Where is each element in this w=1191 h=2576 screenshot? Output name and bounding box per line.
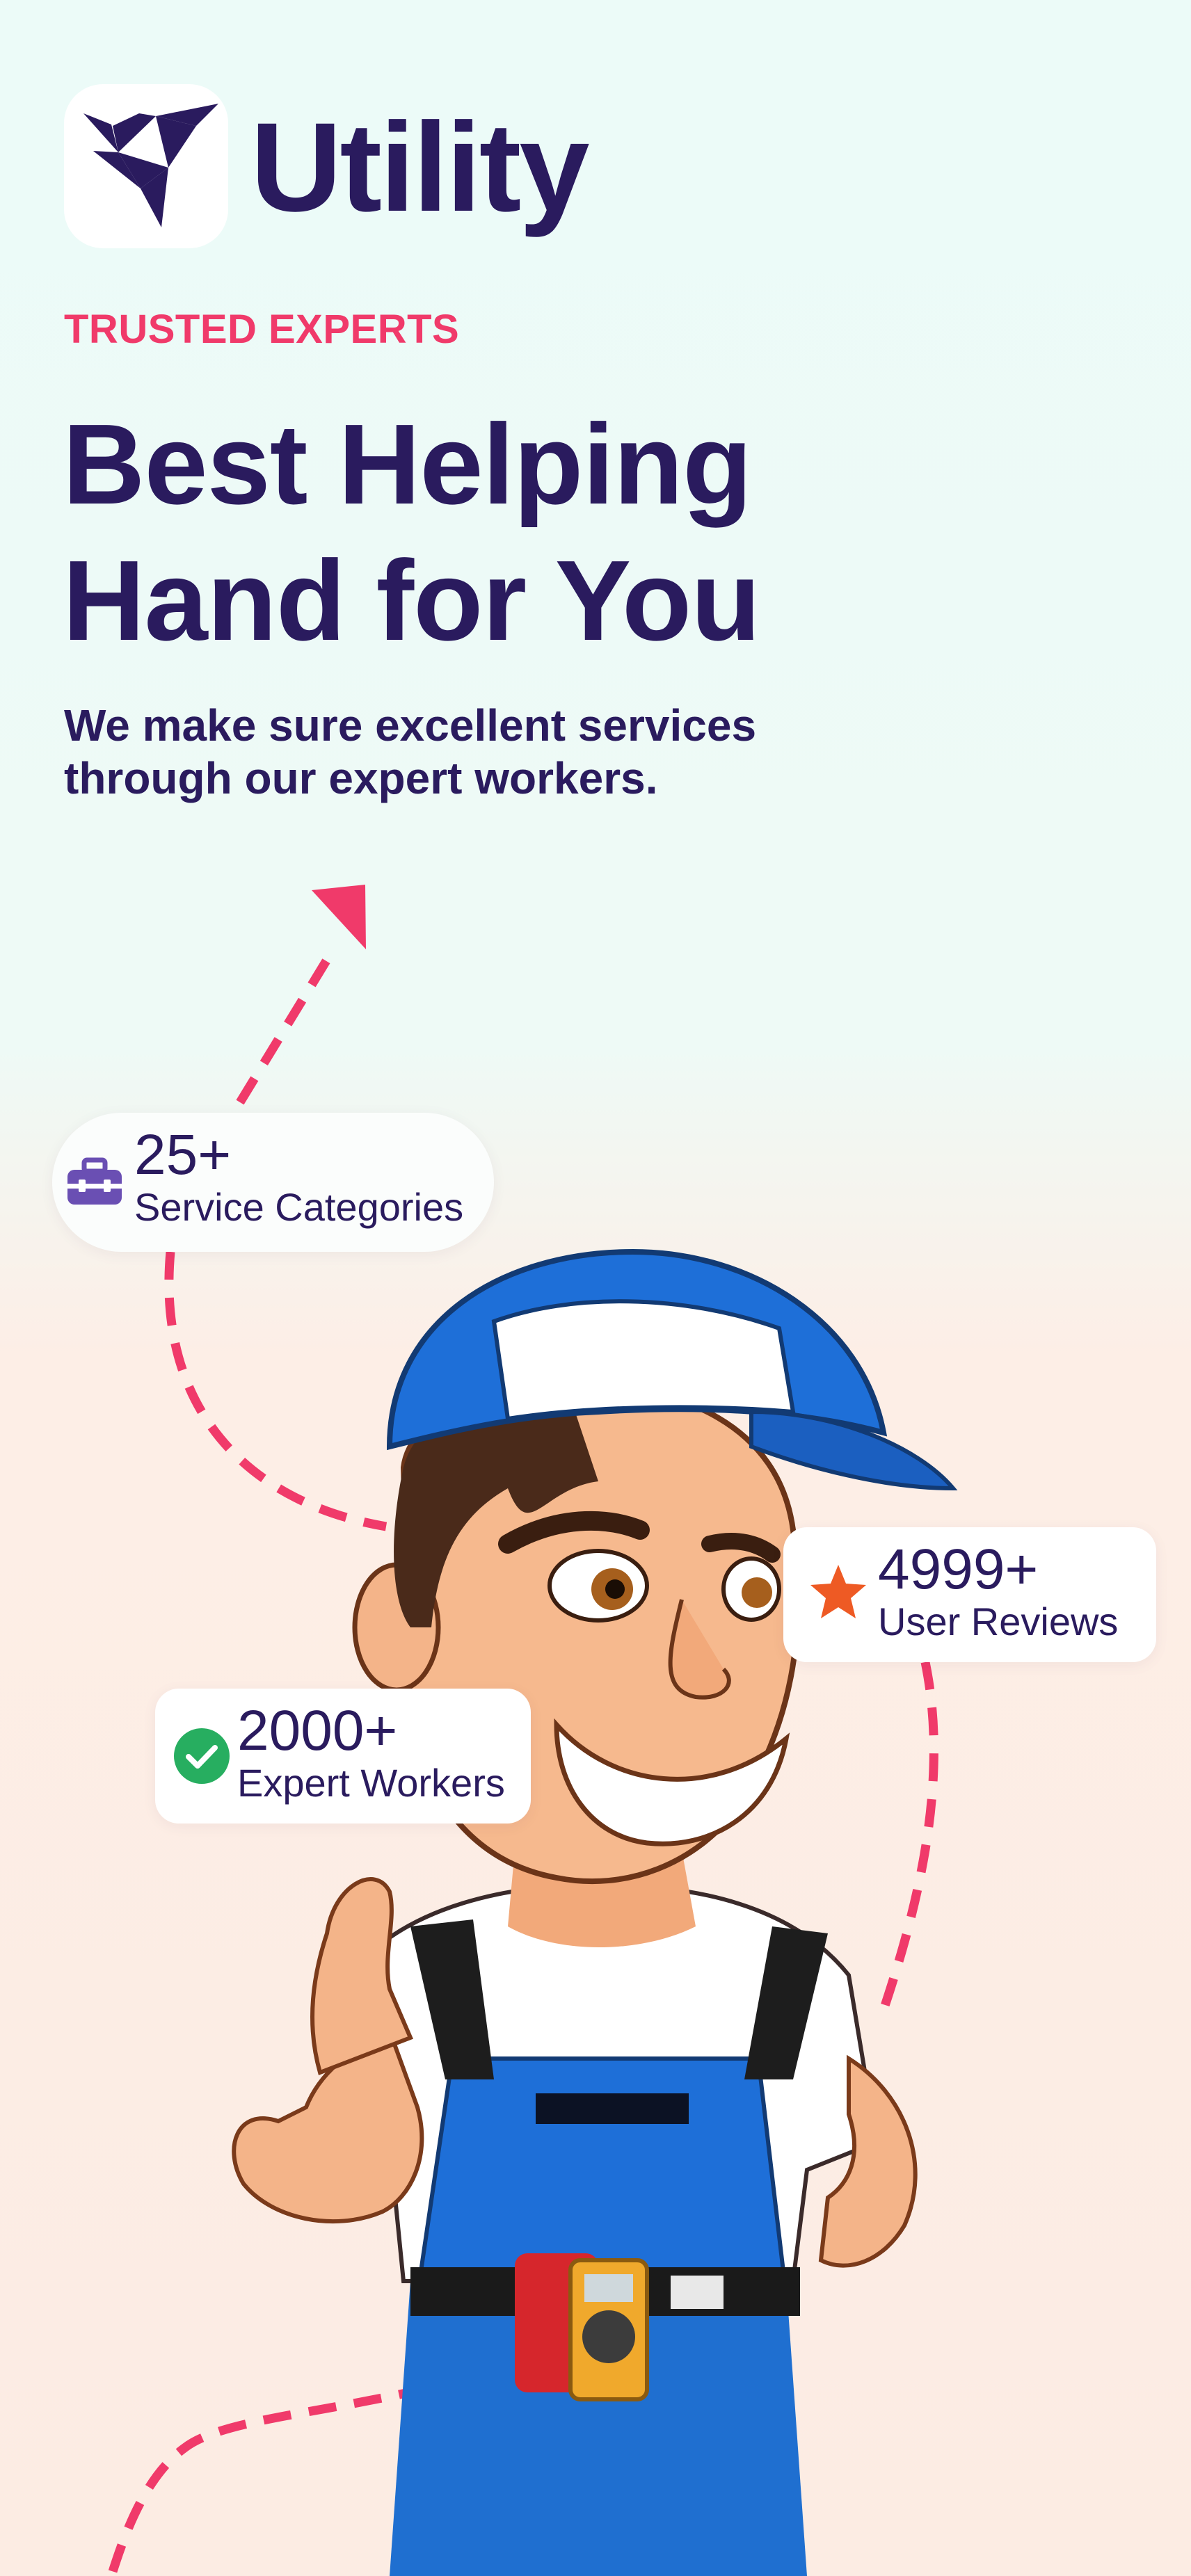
stat-card-reviews: 4999+ User Reviews (783, 1527, 1156, 1662)
stat-card-workers: 2000+ Expert Workers (155, 1689, 531, 1824)
stat-services-label: Service Categories (134, 1185, 464, 1229)
stat-workers-value: 2000+ (237, 1699, 398, 1762)
stat-reviews-value: 4999+ (878, 1538, 1039, 1601)
stat-card-services: 25+ Service Categories (52, 1113, 494, 1252)
star-icon (810, 1565, 866, 1618)
check-circle-icon (174, 1728, 230, 1784)
arrow-head-icon (312, 885, 366, 949)
stat-reviews-label: User Reviews (878, 1600, 1119, 1643)
toolbox-icon (67, 1157, 122, 1205)
stat-workers-label: Expert Workers (237, 1761, 505, 1805)
handyman-illustration (232, 1248, 958, 2576)
stat-services-value: 25+ (134, 1123, 232, 1186)
